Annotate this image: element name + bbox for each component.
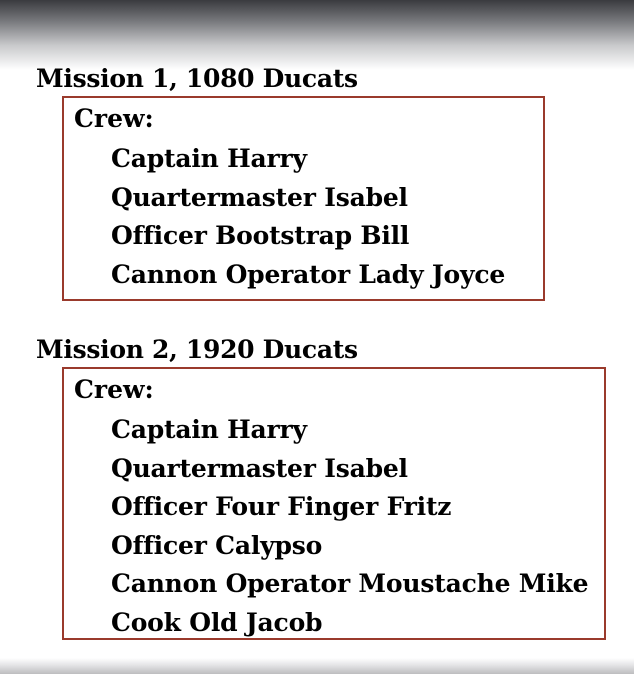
crew-member: Officer Four Finger Fritz bbox=[111, 492, 452, 521]
mission-2: Mission 2, 1920 Ducats Crew: Captain Har… bbox=[36, 333, 606, 640]
crew-member: Cannon Operator Lady Joyce bbox=[111, 259, 506, 289]
bottom-shadow bbox=[0, 658, 634, 674]
mission-2-crew-label: Crew: bbox=[74, 375, 154, 404]
mission-2-crew-box: Crew: Captain Harry Quartermaster Isabel… bbox=[62, 367, 606, 640]
top-shadow bbox=[0, 0, 634, 70]
crew-member: Cannon Operator Moustache Mike bbox=[111, 569, 589, 598]
mission-1-crew-list: Captain Harry Quartermaster Isabel Offic… bbox=[111, 140, 505, 294]
crew-member: Captain Harry bbox=[111, 415, 307, 444]
crew-member: Officer Bootstrap Bill bbox=[111, 221, 410, 250]
mission-2-title: Mission 2, 1920 Ducats bbox=[36, 335, 358, 364]
mission-2-crew-list: Captain Harry Quartermaster Isabel Offic… bbox=[111, 411, 589, 642]
mission-1-crew-box: Crew: Captain Harry Quartermaster Isabel… bbox=[62, 96, 545, 301]
crew-member: Captain Harry bbox=[111, 144, 307, 173]
crew-member: Officer Calypso bbox=[111, 530, 323, 560]
crew-member: Quartermaster Isabel bbox=[111, 182, 408, 212]
mission-1-crew-label: Crew: bbox=[74, 104, 154, 133]
mission-1-title: Mission 1, 1080 Ducats bbox=[36, 64, 358, 93]
mission-1: Mission 1, 1080 Ducats Crew: Captain Har… bbox=[36, 62, 545, 301]
crew-member: Cook Old Jacob bbox=[111, 607, 323, 637]
crew-member: Quartermaster Isabel bbox=[111, 453, 408, 483]
